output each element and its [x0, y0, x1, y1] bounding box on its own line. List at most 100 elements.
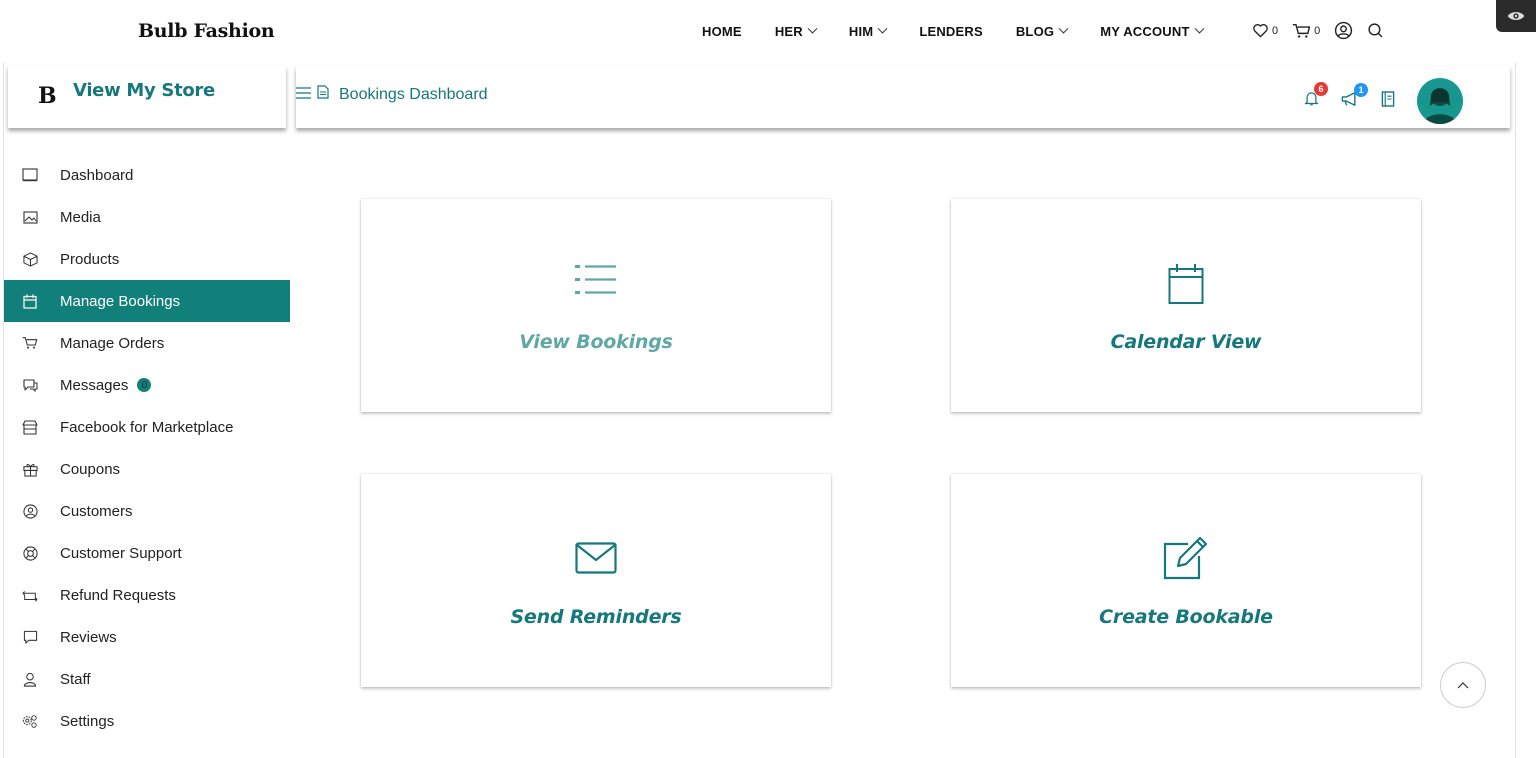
nav-him[interactable]: HIM — [848, 23, 888, 39]
page-title: Bookings Dashboard — [339, 85, 488, 103]
send-reminders-label: Send Reminders — [510, 606, 682, 628]
nav-home-label: HOME — [702, 24, 742, 39]
view-bookings-label: View Bookings — [519, 331, 673, 353]
create-bookable-label: Create Bookable — [1099, 606, 1273, 628]
sidebar-item-manage-orders[interactable]: Manage Orders — [4, 322, 290, 364]
envelope-icon — [361, 542, 831, 586]
user-icon — [1335, 21, 1353, 40]
sidebar-item-label: Settings — [60, 712, 115, 730]
calendar-view-label: Calendar View — [1110, 331, 1262, 353]
account-button[interactable] — [1334, 21, 1353, 40]
store-logo[interactable]: B — [38, 83, 57, 109]
user-icon — [22, 671, 38, 687]
send-reminders-card[interactable]: Send Reminders — [361, 474, 831, 687]
notifications-badge: 6 — [1314, 82, 1328, 96]
sidebar-item-media[interactable]: Media — [4, 196, 290, 238]
accessibility-toggle[interactable] — [1496, 0, 1536, 32]
nav-my-account-label: MY ACCOUNT — [1100, 24, 1190, 39]
eye-icon — [1507, 12, 1525, 20]
dashboard-topbar: Bookings Dashboard 6 1 — [296, 66, 1510, 128]
create-bookable-card[interactable]: Create Bookable — [951, 474, 1421, 687]
cart-icon — [22, 335, 38, 351]
sidebar-item-manage-bookings[interactable]: Manage Bookings — [4, 280, 290, 322]
nav-home[interactable]: HOME — [702, 24, 742, 39]
sidebar-item-label: Media — [60, 208, 101, 226]
notifications-button[interactable]: 6 — [1304, 82, 1328, 112]
sidebar-item-label: Dashboard — [60, 166, 134, 184]
sidebar-item-customers[interactable]: Customers — [4, 490, 290, 532]
edit-icon — [951, 536, 1421, 580]
user-avatar-icon — [1423, 88, 1457, 124]
sidebar-item-label: Refund Requests — [60, 586, 176, 604]
calendar-icon — [22, 293, 38, 309]
cart-icon — [1292, 23, 1311, 38]
heart-icon — [1253, 24, 1268, 38]
nav-lenders[interactable]: LENDERS — [919, 24, 983, 39]
sidebar-item-settings[interactable]: Settings — [4, 700, 290, 742]
search-button[interactable] — [1367, 22, 1384, 39]
sidebar-item-dashboard[interactable]: Dashboard — [4, 154, 290, 196]
nav-blog[interactable]: BLOG — [1015, 23, 1069, 39]
nav-my-account[interactable]: MY ACCOUNT — [1100, 23, 1205, 39]
cart-button[interactable]: 0 — [1292, 23, 1320, 39]
sidebar-item-products[interactable]: Products — [4, 238, 290, 280]
menu-toggle-button[interactable] — [296, 86, 311, 104]
sidebar-item-label: Customer Support — [60, 544, 182, 562]
site-brand[interactable]: Bulb Fashion — [138, 20, 275, 42]
hamburger-icon — [296, 86, 311, 99]
sidebar-item-label: Messages — [60, 376, 129, 394]
knowledgebase-button[interactable] — [1381, 90, 1395, 112]
site-header: Bulb Fashion HOME HER HIM LENDERS BLOG M… — [0, 0, 1536, 63]
chevron-up-icon — [1457, 682, 1469, 689]
cart-count: 0 — [1314, 24, 1321, 37]
sidebar-item-coupons[interactable]: Coupons — [4, 448, 290, 490]
chevron-down-icon — [877, 23, 888, 34]
frame-border-right — [1515, 63, 1516, 758]
sidebar-item-staff[interactable]: Staff — [4, 658, 290, 700]
wishlist-count: 0 — [1272, 24, 1279, 37]
sidebar-item-reviews[interactable]: Reviews — [4, 616, 290, 658]
nav-him-label: HIM — [848, 24, 874, 39]
chevron-down-icon — [1058, 23, 1069, 34]
nav-her[interactable]: HER — [774, 23, 818, 39]
view-my-store-link[interactable]: View My Store — [73, 80, 215, 101]
sidebar-item-label: Staff — [60, 670, 91, 688]
nav-blog-label: BLOG — [1015, 24, 1055, 39]
user-circle-icon — [22, 503, 38, 519]
calendar-icon — [951, 263, 1421, 307]
avatar[interactable] — [1417, 78, 1463, 124]
list-icon — [361, 263, 831, 307]
image-icon — [22, 209, 38, 225]
chevron-down-icon — [807, 23, 818, 34]
messages-count-badge: 0 — [137, 378, 152, 392]
nav-lenders-label: LENDERS — [919, 24, 983, 39]
topbar-actions: 6 1 — [1304, 78, 1463, 124]
cube-icon — [22, 251, 38, 267]
announcements-button[interactable]: 1 — [1341, 82, 1368, 112]
calendar-view-card[interactable]: Calendar View — [951, 199, 1421, 412]
wishlist-button[interactable]: 0 — [1252, 23, 1278, 38]
sidebar-item-facebook-marketplace[interactable]: Facebook for Marketplace — [4, 406, 290, 448]
settings-icon — [22, 713, 38, 729]
sidebar-item-messages[interactable]: Messages 0 — [4, 364, 290, 406]
sidebar-item-label: Coupons — [60, 460, 121, 478]
search-icon — [1368, 23, 1383, 38]
store-icon — [22, 419, 38, 435]
sidebar-item-label: Facebook for Marketplace — [60, 418, 234, 436]
book-icon — [1381, 90, 1395, 107]
monitor-icon — [22, 167, 38, 183]
sidebar-item-label: Customers — [60, 502, 133, 520]
sidebar-item-customer-support[interactable]: Customer Support — [4, 532, 290, 574]
sidebar-item-label: Reviews — [60, 628, 117, 646]
store-header: B View My Store — [8, 66, 286, 128]
sidebar-item-label: Manage Bookings — [60, 292, 181, 310]
sidebar-item-label: Products — [60, 250, 120, 268]
chat-icon — [22, 377, 38, 393]
sidebar-item-refund-requests[interactable]: Refund Requests — [4, 574, 290, 616]
sidebar-item-label: Manage Orders — [60, 334, 165, 352]
scroll-to-top-button[interactable] — [1440, 662, 1486, 708]
nav-her-label: HER — [774, 24, 803, 39]
header-actions: 0 0 — [1252, 21, 1398, 40]
view-bookings-card[interactable]: View Bookings — [361, 199, 831, 412]
chevron-down-icon — [1194, 23, 1205, 34]
